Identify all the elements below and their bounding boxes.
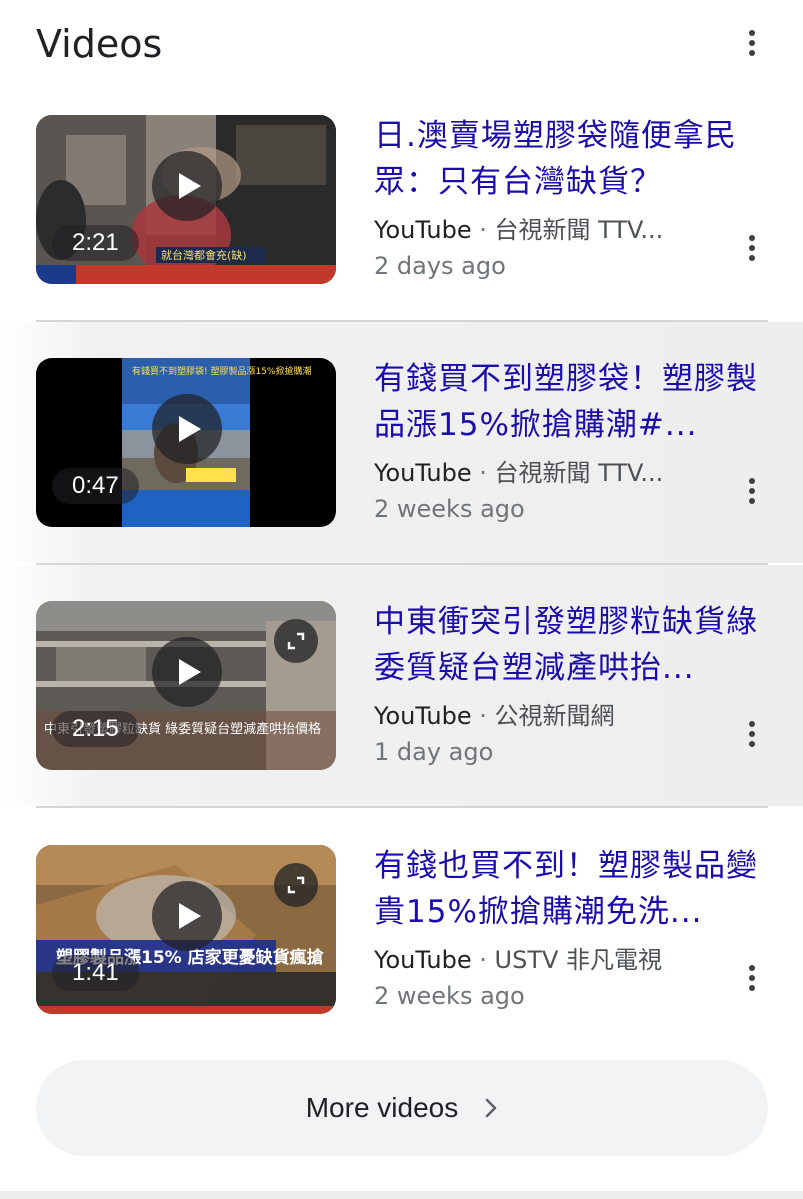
play-icon[interactable] xyxy=(152,881,222,951)
duration-badge: 0:47 xyxy=(52,468,139,504)
source-separator: · xyxy=(479,216,487,244)
video-more-options-icon[interactable] xyxy=(740,231,764,265)
video-result[interactable]: 有錢買不到塑膠袋! 塑膠製品漲15%掀搶購潮 0:47 有錢買不到塑膠袋！塑膠製… xyxy=(0,322,803,563)
play-icon[interactable] xyxy=(152,394,222,464)
bottom-separator xyxy=(0,1191,803,1199)
video-title-link[interactable]: 有錢買不到塑膠袋！塑膠製品漲15%掀搶購潮#... xyxy=(374,356,774,448)
video-title-link[interactable]: 日.澳賣場塑膠袋隨便拿民眾：只有台灣缺貨？ xyxy=(374,113,774,205)
more-videos-label: More videos xyxy=(305,1092,459,1123)
video-thumbnail[interactable]: 中東引發塑膠粒缺貨 綠委質疑台塑減產哄抬價格 2:15 xyxy=(36,601,336,770)
duration-badge: 2:15 xyxy=(52,711,139,747)
channel-name: USTV 非凡電視 xyxy=(494,946,663,974)
channel-name: 台視新聞 TTV... xyxy=(494,216,664,244)
video-source: YouTube · 公視新聞網 xyxy=(374,699,694,733)
video-more-options-icon[interactable] xyxy=(740,474,764,508)
chevron-right-icon xyxy=(484,1097,498,1119)
video-age: 2 days ago xyxy=(374,252,506,280)
video-source: YouTube · USTV 非凡電視 xyxy=(374,943,694,977)
more-videos-button[interactable]: More videos xyxy=(36,1060,768,1156)
channel-name: 台視新聞 TTV... xyxy=(494,459,664,487)
play-icon[interactable] xyxy=(152,151,222,221)
video-age: 2 weeks ago xyxy=(374,495,525,523)
thumbnail-caption: 就台灣都會充(缺) xyxy=(161,248,247,262)
video-age: 2 weeks ago xyxy=(374,982,525,1010)
section-more-options-icon[interactable] xyxy=(740,26,764,60)
video-thumbnail[interactable]: 塑膠製品漲15% 店家更憂缺貨瘋搶 1:41 xyxy=(36,845,336,1014)
section-title: Videos xyxy=(36,22,163,66)
video-result[interactable]: 中東引發塑膠粒缺貨 綠委質疑台塑減產哄抬價格 2:15 中東衝突引發塑膠粒缺貨綠… xyxy=(0,565,803,806)
duration-badge: 2:21 xyxy=(52,225,139,261)
divider xyxy=(36,806,768,808)
video-result[interactable]: 就台灣都會充(缺) 2:21 日.澳賣場塑膠袋隨便拿民眾：只有台灣缺貨？ You… xyxy=(0,79,803,320)
video-more-options-icon[interactable] xyxy=(740,717,764,751)
expand-icon[interactable] xyxy=(274,863,318,907)
video-title-link[interactable]: 中東衝突引發塑膠粒缺貨綠委質疑台塑減產哄抬... xyxy=(374,599,774,691)
play-icon[interactable] xyxy=(152,637,222,707)
video-result[interactable]: 塑膠製品漲15% 店家更憂缺貨瘋搶 1:41 有錢也買不到！塑膠製品變貴15%掀… xyxy=(0,809,803,1050)
channel-name: 公視新聞網 xyxy=(494,702,615,730)
video-source: YouTube · 台視新聞 TTV... xyxy=(374,213,694,247)
source-separator: · xyxy=(479,702,487,730)
video-thumbnail[interactable]: 就台灣都會充(缺) 2:21 xyxy=(36,115,336,284)
platform-name: YouTube xyxy=(374,946,472,974)
video-source: YouTube · 台視新聞 TTV... xyxy=(374,456,694,490)
source-separator: · xyxy=(479,459,487,487)
platform-name: YouTube xyxy=(374,216,472,244)
video-title-link[interactable]: 有錢也買不到！塑膠製品變貴15%掀搶購潮免洗... xyxy=(374,843,774,935)
source-separator: · xyxy=(479,946,487,974)
video-thumbnail[interactable]: 有錢買不到塑膠袋! 塑膠製品漲15%掀搶購潮 0:47 xyxy=(36,358,336,527)
expand-icon[interactable] xyxy=(274,619,318,663)
thumbnail-caption: 有錢買不到塑膠袋! 塑膠製品漲15%掀搶購潮 xyxy=(132,365,311,377)
duration-badge: 1:41 xyxy=(52,955,139,991)
platform-name: YouTube xyxy=(374,459,472,487)
video-age: 1 day ago xyxy=(374,738,494,766)
platform-name: YouTube xyxy=(374,702,472,730)
video-more-options-icon[interactable] xyxy=(740,961,764,995)
